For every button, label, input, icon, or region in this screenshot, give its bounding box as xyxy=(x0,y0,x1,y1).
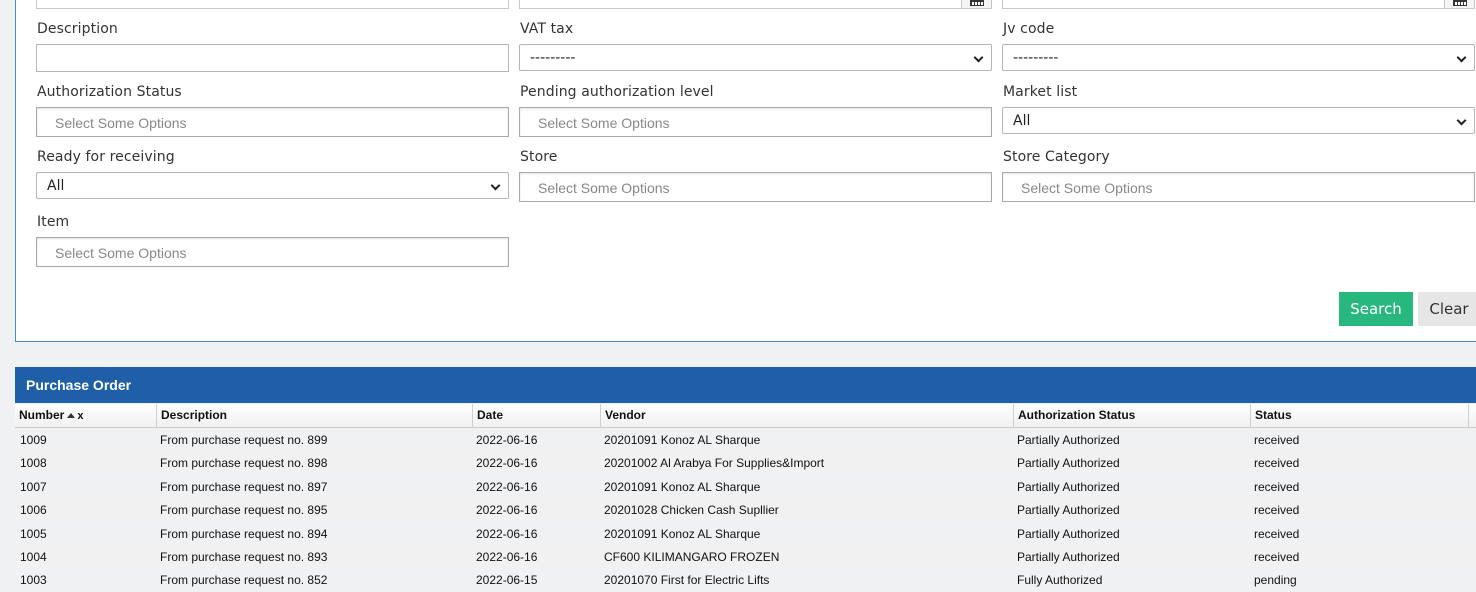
remove-sort-icon[interactable]: x xyxy=(77,410,83,422)
table-row[interactable]: 1007 From purchase request no. 897 2022-… xyxy=(15,475,1476,498)
store-multiselect[interactable]: Select Some Options xyxy=(519,172,992,202)
cell-number: 1004 xyxy=(20,550,47,564)
cell-number: 1008 xyxy=(20,456,47,471)
column-header-date[interactable]: Date xyxy=(472,404,600,428)
chevron-down-icon xyxy=(1456,115,1467,126)
jv-code-value: --------- xyxy=(1013,50,1059,66)
grid-title: Purchase Order xyxy=(15,367,1476,403)
clear-button[interactable]: Clear xyxy=(1418,292,1476,326)
cell-description: From purchase request no. 893 xyxy=(160,550,328,564)
cell-vendor: 20201091 Konoz AL Sharque xyxy=(604,479,761,494)
cell-number: 1003 xyxy=(20,573,47,588)
item-multiselect[interactable]: Select Some Options xyxy=(36,237,509,267)
top-text-field[interactable] xyxy=(36,0,509,9)
cell-date: 2022-06-16 xyxy=(476,550,538,564)
calendar-icon xyxy=(1452,0,1467,6)
cell-status: received xyxy=(1254,526,1300,541)
pending-level-multiselect[interactable]: Select Some Options xyxy=(519,107,992,137)
chevron-down-icon xyxy=(1456,52,1467,63)
vat-tax-select[interactable]: --------- xyxy=(519,44,992,71)
cell-authorization-status: Partially Authorized xyxy=(1017,456,1120,471)
top-date-field-1[interactable] xyxy=(519,0,992,9)
cell-status: pending xyxy=(1254,573,1297,588)
cell-description: From purchase request no. 894 xyxy=(160,526,328,541)
cell-number: 1005 xyxy=(20,526,47,541)
cell-authorization-status: Partially Authorized xyxy=(1017,433,1120,447)
ready-receiving-value: All xyxy=(47,178,65,194)
cell-date: 2022-06-15 xyxy=(476,573,538,588)
column-header-number[interactable]: Number x xyxy=(15,404,156,428)
cell-number: 1009 xyxy=(20,433,47,447)
column-header-vendor[interactable]: Vendor xyxy=(600,404,1013,428)
cell-date: 2022-06-16 xyxy=(476,503,538,518)
column-header-status[interactable]: Status xyxy=(1250,404,1468,428)
cell-vendor: 20201028 Chicken Cash Supllier xyxy=(604,503,779,518)
market-list-label: Market list xyxy=(1003,84,1078,100)
vat-tax-label: VAT tax xyxy=(520,21,574,37)
table-row[interactable]: 1006 From purchase request no. 895 2022-… xyxy=(15,498,1476,522)
cell-description: From purchase request no. 898 xyxy=(160,456,328,471)
jv-code-select[interactable]: --------- xyxy=(1002,44,1475,71)
cell-date: 2022-06-16 xyxy=(476,456,538,471)
cell-vendor: 20201002 Al Arabya For Supplies&Import xyxy=(604,456,825,471)
calendar-button[interactable] xyxy=(1444,0,1474,8)
item-label: Item xyxy=(37,214,70,230)
sort-ascending-icon xyxy=(67,413,76,418)
cell-status: received xyxy=(1254,456,1300,471)
cell-description: From purchase request no. 895 xyxy=(160,503,328,518)
column-header-description[interactable]: Description xyxy=(156,404,472,428)
chevron-down-icon xyxy=(490,180,501,191)
store-category-multiselect[interactable]: Select Some Options xyxy=(1002,172,1475,202)
table-row[interactable]: 1003 From purchase request no. 852 2022-… xyxy=(15,568,1476,591)
cell-vendor: 20201091 Konoz AL Sharque xyxy=(604,526,761,541)
description-input[interactable] xyxy=(36,44,509,72)
cell-status: received xyxy=(1254,479,1300,494)
cell-number: 1007 xyxy=(20,479,47,494)
store-category-label: Store Category xyxy=(1003,149,1110,165)
market-list-select[interactable]: All xyxy=(1002,107,1475,134)
cell-vendor: CF600 KILIMANGARO FROZEN xyxy=(604,550,780,564)
chevron-down-icon xyxy=(973,52,984,63)
cell-date: 2022-06-16 xyxy=(476,479,538,494)
top-date-field-2[interactable] xyxy=(1002,0,1475,9)
cell-status: received xyxy=(1254,433,1300,447)
cell-authorization-status: Partially Authorized xyxy=(1017,526,1120,541)
table-row[interactable]: 1008 From purchase request no. 898 2022-… xyxy=(15,451,1476,475)
table-row[interactable]: 1004 From purchase request no. 893 2022-… xyxy=(15,545,1476,569)
ready-receiving-select[interactable]: All xyxy=(36,172,509,199)
calendar-button[interactable] xyxy=(961,0,991,8)
cell-vendor: 20201070 First for Electric Lifts xyxy=(604,573,770,588)
cell-number: 1006 xyxy=(20,503,47,518)
cell-authorization-status: Partially Authorized xyxy=(1017,503,1120,518)
calendar-icon xyxy=(969,0,984,6)
pending-level-label: Pending authorization level xyxy=(520,84,714,100)
authorization-status-label: Authorization Status xyxy=(37,84,182,100)
description-label: Description xyxy=(37,21,118,37)
cell-description: From purchase request no. 897 xyxy=(160,479,328,494)
column-header-extra[interactable] xyxy=(1468,404,1476,428)
cell-status: received xyxy=(1254,550,1300,564)
cell-status: received xyxy=(1254,503,1300,518)
cell-authorization-status: Partially Authorized xyxy=(1017,550,1120,564)
cell-date: 2022-06-16 xyxy=(476,526,538,541)
cell-description: From purchase request no. 852 xyxy=(160,573,328,588)
vat-tax-value: --------- xyxy=(530,50,576,66)
column-header-authorization-status[interactable]: Authorization Status xyxy=(1013,404,1250,428)
cell-date: 2022-06-16 xyxy=(476,433,538,447)
ready-receiving-label: Ready for receiving xyxy=(37,149,175,165)
authorization-status-multiselect[interactable]: Select Some Options xyxy=(36,107,509,137)
store-label: Store xyxy=(520,149,558,165)
jv-code-label: Jv code xyxy=(1003,21,1055,37)
search-button[interactable]: Search xyxy=(1339,292,1413,326)
cell-authorization-status: Fully Authorized xyxy=(1017,573,1103,588)
column-header-row: Number x Description Date Vendor Authoriz… xyxy=(15,404,1476,428)
table-row[interactable]: 1009 From purchase request no. 899 2022-… xyxy=(15,428,1476,451)
cell-description: From purchase request no. 899 xyxy=(160,433,328,447)
cell-vendor: 20201091 Konoz AL Sharque xyxy=(604,433,761,447)
table-row[interactable]: 1005 From purchase request no. 894 2022-… xyxy=(15,522,1476,545)
cell-authorization-status: Partially Authorized xyxy=(1017,479,1120,494)
market-list-value: All xyxy=(1013,113,1031,129)
